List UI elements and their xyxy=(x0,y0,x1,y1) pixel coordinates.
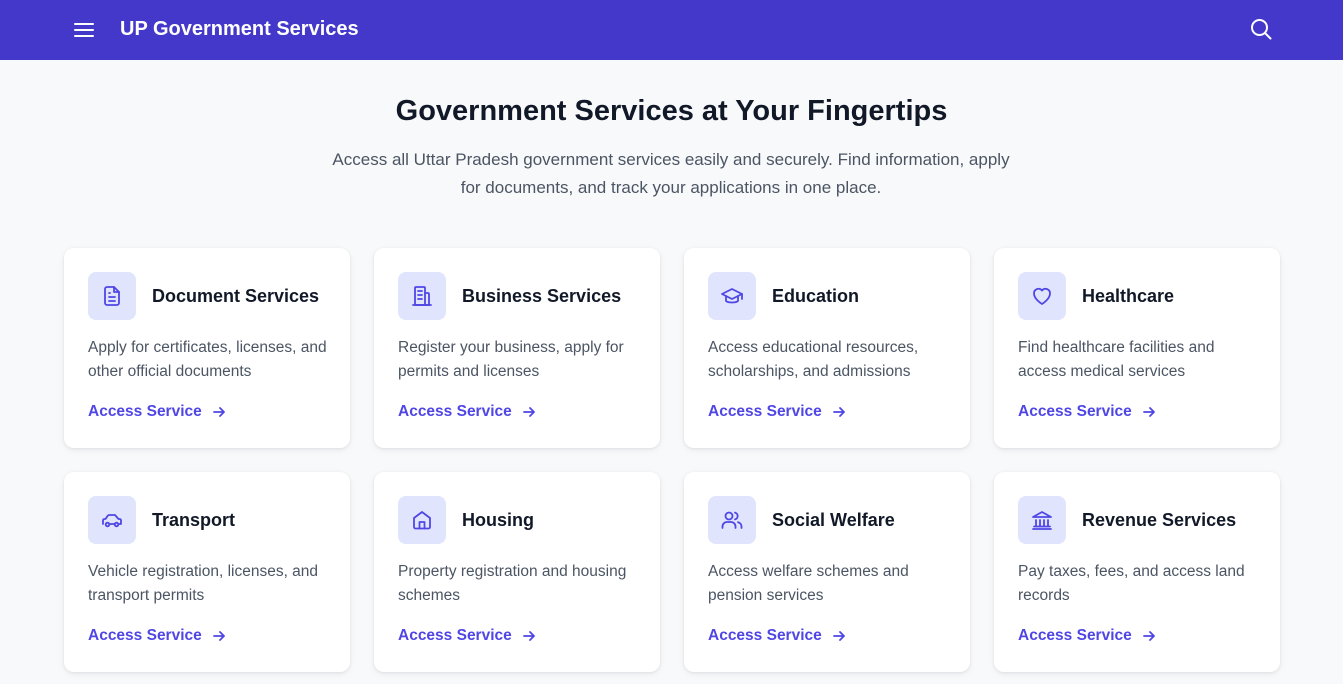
card-title: Housing xyxy=(462,510,534,530)
card-description: Apply for certificates, licenses, and ot… xyxy=(88,339,327,380)
access-service-label: Access Service xyxy=(1018,403,1132,420)
arrow-right-icon xyxy=(1142,629,1156,643)
card-description: Access welfare schemes and pension servi… xyxy=(708,563,909,604)
access-service-link[interactable]: Access Service xyxy=(1018,401,1156,423)
card-title: Revenue Services xyxy=(1082,510,1237,530)
card-title: Document Services xyxy=(152,286,320,306)
access-service-label: Access Service xyxy=(88,627,202,644)
heart-icon xyxy=(1018,272,1066,320)
arrow-right-icon xyxy=(832,405,846,419)
access-service-link[interactable]: Access Service xyxy=(88,625,226,647)
hero-title: Government Services at Your Fingertips xyxy=(395,95,948,127)
card-title: Transport xyxy=(152,510,236,530)
arrow-right-icon xyxy=(832,629,846,643)
service-card-healthcare[interactable]: Healthcare Find healthcare facilities an… xyxy=(994,248,1280,448)
access-service-link[interactable]: Access Service xyxy=(708,401,846,423)
users-icon xyxy=(708,496,756,544)
service-card-revenue-services[interactable]: Revenue Services Pay taxes, fees, and ac… xyxy=(994,472,1280,672)
arrow-right-icon xyxy=(1142,405,1156,419)
service-card-transport[interactable]: Transport Vehicle registration, licenses… xyxy=(64,472,350,672)
top-navigation-bar: UP Government Services xyxy=(0,0,1343,60)
graduation-cap-icon xyxy=(708,272,756,320)
card-description: Access educational resources, scholarshi… xyxy=(708,339,919,380)
hero-subtitle: Access all Uttar Pradesh government serv… xyxy=(332,150,1010,197)
service-card-education[interactable]: Education Access educational resources, … xyxy=(684,248,970,448)
search-icon[interactable] xyxy=(1248,16,1274,42)
card-description: Vehicle registration, licenses, and tran… xyxy=(88,563,319,604)
card-description: Pay taxes, fees, and access land records xyxy=(1018,563,1245,604)
access-service-link[interactable]: Access Service xyxy=(398,401,536,423)
access-service-label: Access Service xyxy=(708,627,822,644)
arrow-right-icon xyxy=(212,629,226,643)
access-service-label: Access Service xyxy=(398,627,512,644)
service-card-housing[interactable]: Housing Property registration and housin… xyxy=(374,472,660,672)
access-service-label: Access Service xyxy=(88,403,202,420)
building-icon xyxy=(398,272,446,320)
card-title: Education xyxy=(772,286,860,306)
access-service-label: Access Service xyxy=(708,403,822,420)
service-card-document-services[interactable]: Document Services Apply for certificates… xyxy=(64,248,350,448)
app-title[interactable]: UP Government Services xyxy=(120,17,359,41)
home-icon xyxy=(398,496,446,544)
arrow-right-icon xyxy=(212,405,226,419)
service-card-business-services[interactable]: Business Services Register your business… xyxy=(374,248,660,448)
arrow-right-icon xyxy=(522,629,536,643)
access-service-link[interactable]: Access Service xyxy=(1018,625,1156,647)
hamburger-menu-icon[interactable] xyxy=(72,18,96,42)
service-card-social-welfare[interactable]: Social Welfare Access welfare schemes an… xyxy=(684,472,970,672)
card-description: Property registration and housing scheme… xyxy=(398,563,627,604)
access-service-link[interactable]: Access Service xyxy=(88,401,226,423)
document-icon xyxy=(88,272,136,320)
access-service-label: Access Service xyxy=(398,403,512,420)
card-title: Healthcare xyxy=(1082,286,1175,306)
card-description: Find healthcare facilities and access me… xyxy=(1018,339,1215,380)
access-service-link[interactable]: Access Service xyxy=(708,625,846,647)
access-service-link[interactable]: Access Service xyxy=(398,625,536,647)
card-title: Business Services xyxy=(462,286,622,306)
access-service-label: Access Service xyxy=(1018,627,1132,644)
card-title: Social Welfare xyxy=(772,510,895,530)
card-description: Register your business, apply for permit… xyxy=(398,339,624,380)
car-icon xyxy=(88,496,136,544)
landmark-icon xyxy=(1018,496,1066,544)
arrow-right-icon xyxy=(522,405,536,419)
